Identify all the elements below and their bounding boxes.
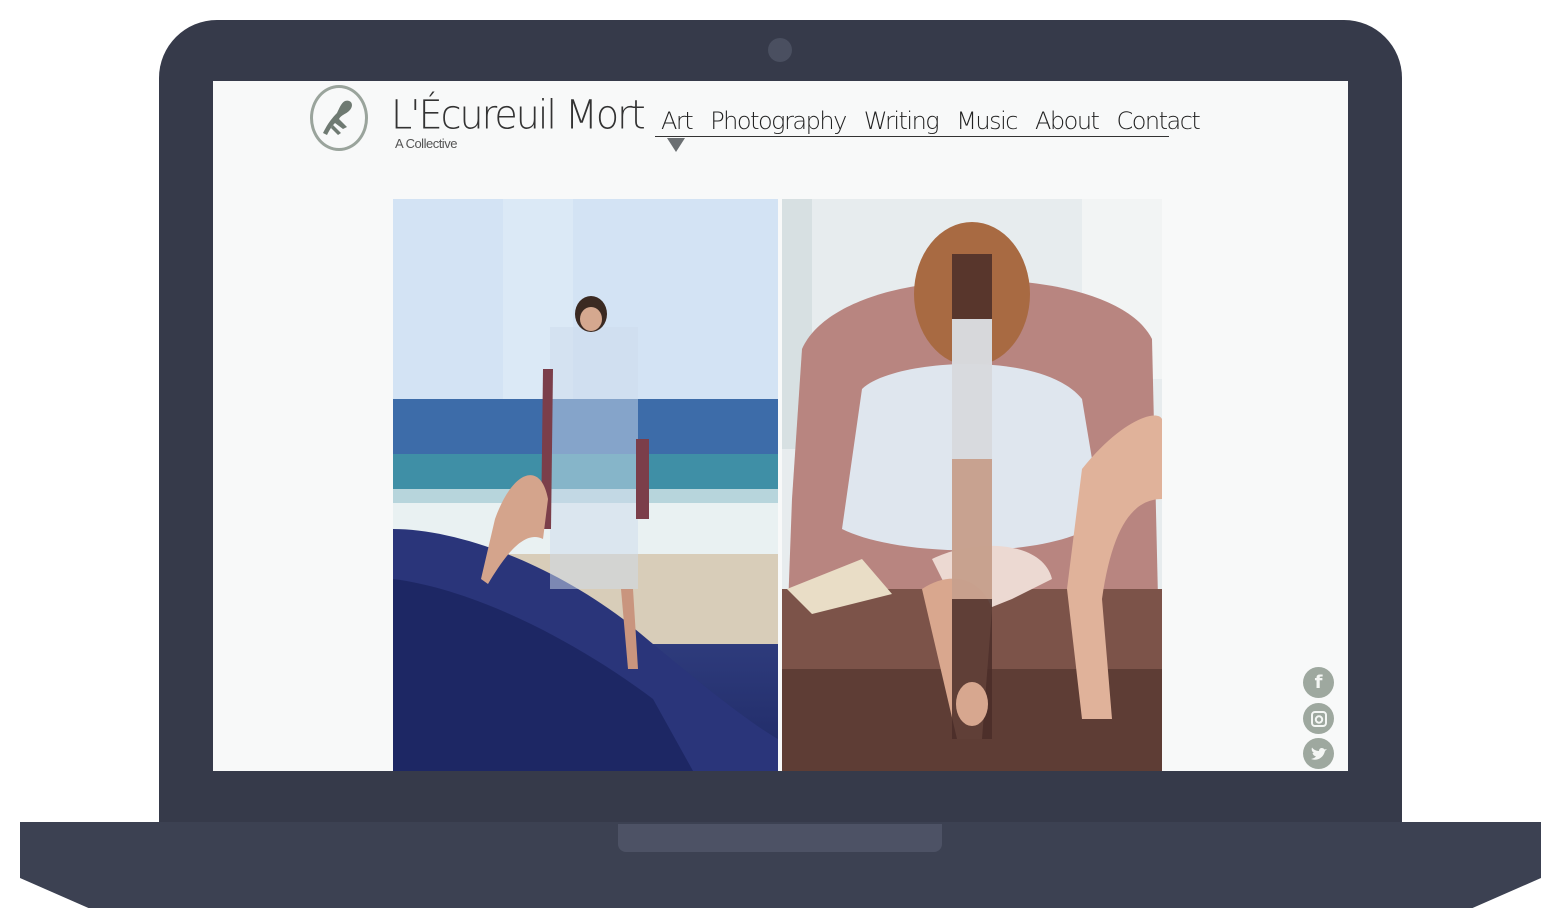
nav-item-art[interactable]: Art xyxy=(661,106,694,136)
webcam xyxy=(768,38,792,62)
laptop-mockup: L'Écureuil Mort A Collective Art Photogr… xyxy=(0,0,1561,922)
facebook-icon[interactable]: f xyxy=(1303,667,1334,698)
squirrel-logo-icon[interactable] xyxy=(310,85,368,151)
main-nav: Art Photography Writing Music About Cont… xyxy=(655,103,1201,137)
nav-item-about[interactable]: About xyxy=(1035,106,1100,136)
nav-item-photography[interactable]: Photography xyxy=(710,106,847,136)
gallery-image-right[interactable] xyxy=(782,199,1162,771)
nav-item-contact[interactable]: Contact xyxy=(1116,106,1200,136)
laptop-notch xyxy=(618,824,942,852)
instagram-icon[interactable] xyxy=(1303,703,1334,734)
gallery-image-left[interactable] xyxy=(393,199,778,771)
website-screen: L'Écureuil Mort A Collective Art Photogr… xyxy=(213,81,1348,771)
nav-item-music[interactable]: Music xyxy=(956,106,1018,136)
active-nav-indicator xyxy=(667,138,685,152)
site-title[interactable]: L'Écureuil Mort xyxy=(391,92,646,138)
site-subtitle: A Collective xyxy=(395,136,457,151)
laptop-base-lip xyxy=(20,878,1541,908)
nav-item-writing[interactable]: Writing xyxy=(864,106,940,136)
twitter-icon[interactable] xyxy=(1303,738,1334,769)
